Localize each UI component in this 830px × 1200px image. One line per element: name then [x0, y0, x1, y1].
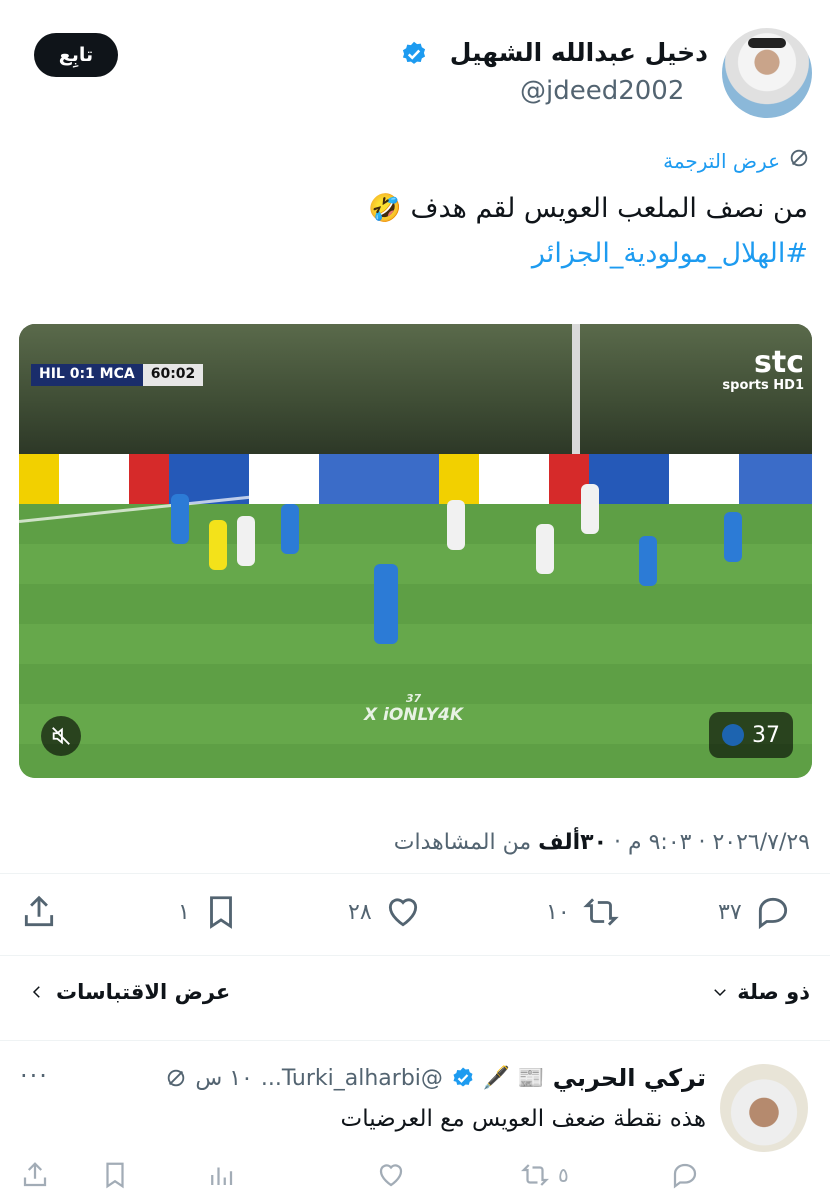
reply-action[interactable]: ٣٧	[718, 893, 792, 931]
views-dot-icon	[722, 724, 744, 746]
relevance-label: ذو صلة	[737, 980, 810, 1004]
reply-bookmark-action[interactable]	[100, 1160, 130, 1190]
bookmark-icon	[209, 896, 232, 929]
player	[724, 512, 742, 562]
player	[374, 564, 398, 644]
reply-author-name[interactable]: تركي الحربي	[553, 1064, 706, 1092]
reply-share-action[interactable]	[20, 1160, 50, 1190]
bookmark-icon	[106, 1162, 124, 1189]
follow-button[interactable]: تابِع	[34, 33, 118, 77]
retweet-count: ١٠	[546, 899, 570, 925]
views-label: من المشاهدات	[393, 830, 539, 855]
player	[281, 504, 299, 554]
broadcaster-logo: stc sports HD1	[722, 345, 804, 394]
like-count: ٢٨	[348, 899, 372, 925]
video-pole	[572, 324, 580, 474]
retweet-icon	[582, 898, 619, 926]
heart-icon	[388, 898, 417, 927]
video-view-count: 37	[752, 722, 780, 748]
relevance-sort[interactable]: ذو صلة	[711, 980, 810, 1004]
reply-author-emojis: 📰 🖋️	[482, 1065, 545, 1091]
like-action[interactable]: ٢٨	[348, 893, 422, 931]
tweet-meta: ٢٠٢٦/٧/٢٩ · ٩:٠٣ م · ٣٠ألف من المشاهدات	[394, 830, 810, 855]
view-quotes-link[interactable]: عرض الاقتباسات	[28, 980, 230, 1004]
translate-icon	[788, 147, 810, 174]
bookmark-count: ١	[178, 899, 190, 925]
player	[171, 494, 189, 544]
tweet-hashtag[interactable]: #الهلال_مولودية_الجزائر	[532, 238, 808, 269]
translate-link[interactable]: عرض الترجمة	[663, 147, 810, 174]
player	[447, 500, 465, 550]
player	[536, 524, 554, 574]
scoreboard-teams: HIL 0:1 MCA	[31, 364, 143, 386]
reply-header: تركي الحربي 📰 🖋️ @Turki_alharbi... ١٠ س	[165, 1064, 706, 1092]
verified-badge-icon	[402, 41, 426, 64]
reply-author-handle[interactable]: @Turki_alharbi...	[261, 1066, 443, 1091]
stats-icon	[211, 1167, 233, 1185]
video-trees	[19, 324, 812, 454]
verified-badge-icon	[453, 1067, 473, 1087]
video-player[interactable]: HIL 0:1 MCA 60:02 stc sports HD1 37 X iO…	[19, 324, 812, 778]
divider	[0, 955, 830, 956]
pitch	[19, 504, 812, 778]
author-avatar[interactable]	[722, 28, 812, 118]
scoreboard-clock: 60:02	[142, 364, 204, 386]
share-action[interactable]	[20, 893, 58, 931]
views-count: ٣٠ألف	[538, 830, 607, 855]
scoreboard: HIL 0:1 MCA 60:02	[31, 364, 204, 386]
player	[581, 484, 599, 534]
share-icon	[23, 1162, 47, 1187]
reply-count: ٣٧	[718, 899, 742, 925]
reply-time: ١٠ س	[195, 1065, 253, 1091]
video-watermark: 37 X iONLY4K	[364, 692, 463, 725]
retweet-icon	[521, 1164, 549, 1186]
bookmark-action[interactable]: ١	[178, 893, 240, 931]
reply-reply-action[interactable]	[670, 1160, 700, 1190]
quotes-label: عرض الاقتباسات	[56, 980, 231, 1004]
watermark-number: 37	[405, 692, 422, 705]
tweet-timestamp[interactable]: ٢٠٢٦/٧/٢٩ · ٩:٠٣ م ·	[607, 830, 810, 855]
heart-icon	[379, 1164, 403, 1187]
translate-icon	[168, 1069, 185, 1087]
reply-icon	[673, 1163, 697, 1189]
video-views-pill: 37	[709, 712, 793, 758]
divider	[0, 873, 830, 874]
reply-text: هذه نقطة ضعف العويس مع العرضيات	[340, 1106, 706, 1132]
broadcaster-sub: sports HD1	[722, 378, 804, 393]
player	[237, 516, 255, 566]
speaker-muted-icon	[52, 727, 70, 745]
retweet-action[interactable]: ١٠	[546, 893, 620, 931]
author-handle[interactable]: @jdeed2002	[520, 76, 684, 106]
mute-button[interactable]	[41, 716, 81, 756]
share-icon	[24, 895, 54, 927]
tweet-text: من نصف الملعب العويس لقم هدف 🤣	[368, 193, 808, 224]
chevron-down-icon	[714, 989, 727, 997]
chevron-left-icon	[32, 986, 40, 998]
reply-avatar[interactable]	[720, 1064, 808, 1152]
divider	[0, 1040, 830, 1041]
reply-like-action[interactable]	[376, 1160, 406, 1190]
broadcaster-name: stc	[754, 345, 804, 380]
ad-boards	[19, 454, 812, 504]
author-display-name[interactable]: دخيل عبدالله الشهيل	[450, 38, 708, 67]
reply-icon	[758, 897, 787, 930]
reply-retweet-action[interactable]: ٥	[520, 1160, 569, 1190]
translate-label: عرض الترجمة	[663, 148, 780, 173]
reply-more-button[interactable]: ···	[20, 1062, 49, 1090]
referee	[209, 520, 227, 570]
watermark-text: X iONLY4K	[364, 705, 464, 725]
reply-retweet-count: ٥	[558, 1163, 569, 1187]
player	[639, 536, 657, 586]
reply-stats-action[interactable]	[206, 1160, 236, 1190]
